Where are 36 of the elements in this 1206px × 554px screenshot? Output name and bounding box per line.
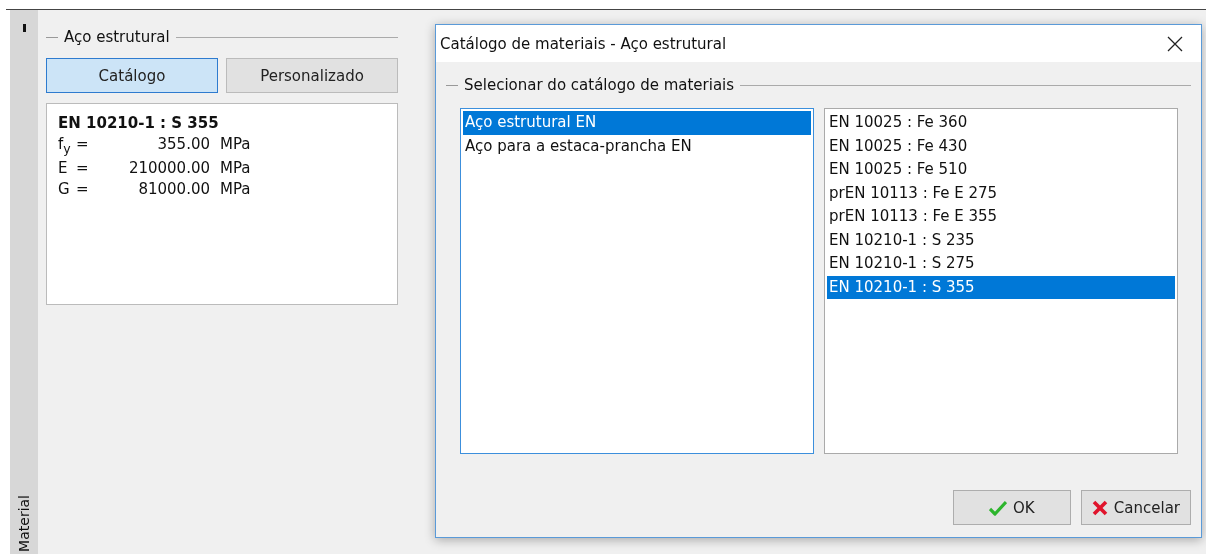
equals-sign: = [76, 135, 90, 155]
property-symbol: E [58, 159, 69, 177]
material-item[interactable]: EN 10025 : Fe 430 [827, 134, 1175, 158]
close-icon[interactable] [1167, 35, 1183, 52]
equals-sign: = [76, 180, 90, 198]
property-value: 81000.00 [137, 180, 210, 198]
cross-icon [1091, 499, 1108, 516]
mode-button[interactable]: Personalizado [226, 58, 398, 93]
catalog-item[interactable]: Aço para a estaca-prancha EN [463, 134, 811, 158]
material-item[interactable]: EN 10210-1 : S 275 [827, 252, 1175, 276]
material-item[interactable]: EN 10210-1 : S 235 [827, 228, 1175, 252]
material-item[interactable]: EN 10210-1 : S 355 [827, 275, 1175, 299]
catalog-item[interactable]: Aço estrutural EN [463, 111, 811, 135]
checkmark-icon [989, 499, 1007, 516]
dialog-title: Catálogo de materiais - Aço estrutural [440, 34, 727, 53]
material-item[interactable]: EN 10025 : Fe 360 [827, 111, 1175, 135]
property-unit: MPa [220, 180, 251, 198]
ok-button[interactable]: OK [952, 490, 1071, 525]
pin-icon[interactable] [22, 24, 26, 32]
group-title: Aço estrutural [64, 28, 170, 46]
property-value: 210000.00 [127, 159, 210, 177]
cancel-button[interactable]: Cancelar [1080, 490, 1191, 525]
property-value: 355.00 [156, 135, 210, 155]
side-tab[interactable]: Material [10, 10, 38, 554]
mode-button[interactable]: Catálogo [46, 58, 218, 93]
material-name: EN 10210-1 : S 355 [58, 114, 220, 132]
material-item[interactable]: EN 10025 : Fe 510 [827, 158, 1175, 182]
property-symbol: G [58, 180, 71, 198]
property-unit: MPa [220, 159, 251, 177]
side-tab-label: Material [16, 495, 32, 552]
material-item[interactable]: prEN 10113 : Fe E 275 [827, 181, 1175, 205]
equals-sign: = [76, 159, 90, 177]
property-unit: MPa [220, 135, 251, 155]
property-symbol: f$_{y}$ [58, 135, 72, 156]
material-item[interactable]: prEN 10113 : Fe E 355 [827, 205, 1175, 229]
group-title: Selecionar do catálogo de materiais [464, 76, 735, 94]
